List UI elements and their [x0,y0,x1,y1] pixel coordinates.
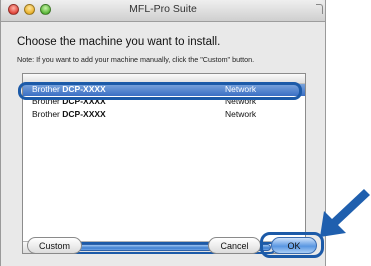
cancel-button[interactable]: Cancel [208,237,261,254]
selection-highlight [18,82,302,100]
connection-type: Network [225,109,257,119]
title-bar[interactable]: MFL-Pro Suite [1,0,325,22]
window-title: MFL-Pro Suite [129,3,197,15]
toolbar-toggle-icon[interactable] [316,4,323,14]
machine-name: Brother DCP-XXXX [32,109,106,119]
custom-button[interactable]: Custom [27,237,82,254]
dialog-note: Note: If you want to add your machine ma… [17,55,255,64]
installer-window: MFL-Pro Suite Choose the machine you wan… [0,0,326,266]
pointer-arrow-icon [320,189,370,237]
dialog-heading: Choose the machine you want to install. [17,36,221,48]
list-item[interactable]: Brother DCP-XXXX Network [23,109,305,120]
ok-button-highlight [260,232,324,258]
machine-list[interactable]: Brother DCP-XXXX Network Brother DCP-XXX… [22,73,306,254]
